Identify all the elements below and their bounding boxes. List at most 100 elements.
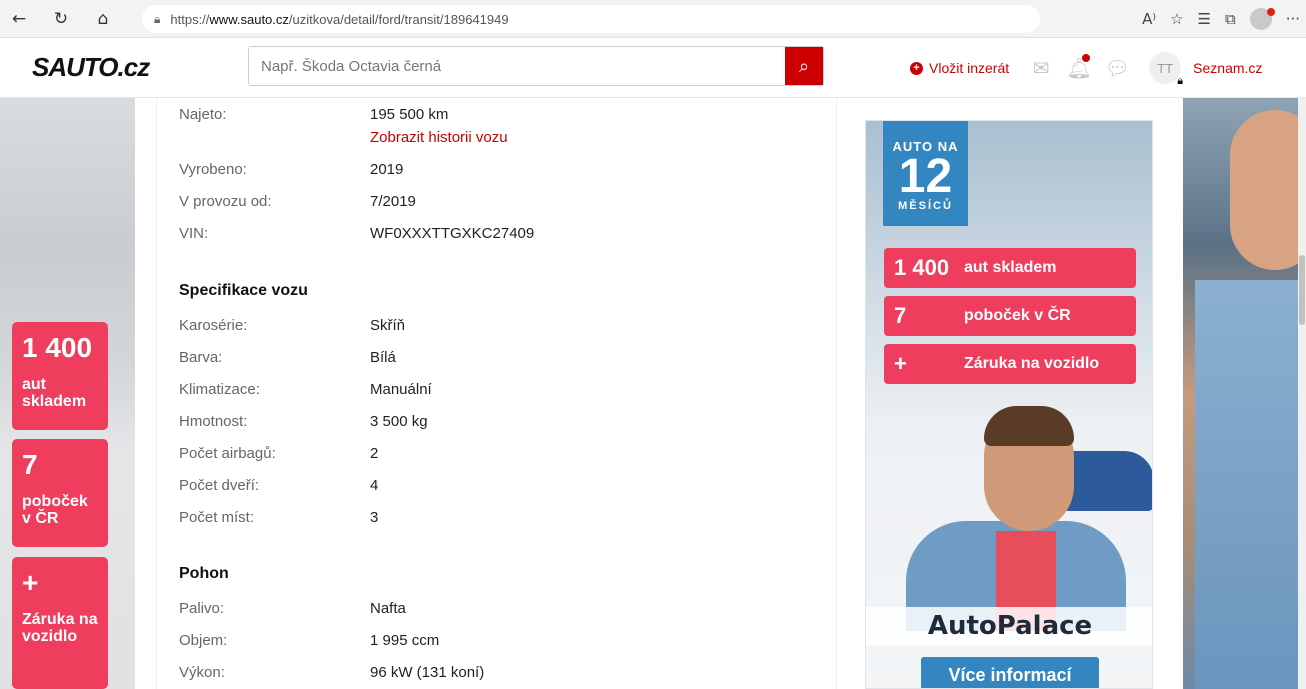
vehicle-history-link[interactable]: Zobrazit historii vozu [370, 129, 508, 146]
chat-icon[interactable]: 💬︎ [1103, 54, 1131, 82]
ad-pill-value: Záruka na vozidlo [964, 355, 1100, 372]
vehicle-details: Najeto: 195 500 km Zobrazit historii voz… [156, 98, 837, 689]
ad-pill: 7 poboček v ČR [884, 296, 1136, 336]
ad-warranty-tag: AUTO NA 12 MĚSÍCŮ [883, 121, 968, 226]
ad-more-info-button[interactable]: Více informací [921, 657, 1099, 688]
detail-value: WF0XXXTTGXKC27409 [370, 225, 535, 242]
detail-row: Vyrobeno: 2019 [179, 161, 403, 178]
sauto-logo[interactable]: SAUTO.cz [32, 52, 150, 83]
browser-actions: A⁾ ☆ ☰ ⧉ ··· [1142, 5, 1300, 33]
mail-icon[interactable]: ✉ [1027, 54, 1055, 82]
detail-row: Počet míst: 3 [179, 509, 378, 526]
ad-pill-key: 1 400 [894, 255, 950, 280]
seznam-link[interactable]: Seznam.cz [1193, 60, 1262, 76]
ad-pill: + Záruka na vozidlo [884, 344, 1136, 384]
detail-label: V provozu od: [179, 193, 272, 210]
left-promo-branches[interactable]: 7 poboček v ČR [12, 439, 108, 547]
notification-dot [1082, 54, 1091, 62]
favorite-icon[interactable]: ☆ [1170, 10, 1183, 28]
ad-tag-bottom: MĚSÍCŮ [898, 200, 953, 212]
lock-badge-icon: 🔒︎ [1177, 74, 1184, 87]
url-scheme: https:// [170, 11, 210, 27]
read-aloud-icon[interactable]: A⁾ [1142, 10, 1156, 28]
avatar[interactable]: TT 🔒︎ [1149, 52, 1183, 87]
detail-row: V provozu od: 7/2019 [179, 193, 416, 210]
detail-label: Výkon: [179, 664, 225, 681]
site-header: SAUTO.cz ⌕ + Vložit inzerát ✉ 🔔︎ 💬︎ TT 🔒… [0, 38, 1306, 98]
detail-value: 195 500 km [370, 106, 449, 123]
detail-label: Počet míst: [179, 509, 255, 526]
profile-icon[interactable] [1249, 8, 1275, 30]
back-icon[interactable]: ← [6, 6, 32, 32]
address-bar[interactable]: 🔒︎ https://www.sauto.cz/uzitkova/detail/… [142, 5, 1040, 33]
right-background-face [1230, 110, 1306, 270]
left-promo-warranty[interactable]: + Záruka na vozidlo [12, 557, 108, 689]
promo-text: aut skladem [22, 376, 87, 410]
detail-value: 3 [370, 509, 379, 526]
detail-label: Karosérie: [179, 317, 248, 334]
favorites-list-icon[interactable]: ☰ [1198, 10, 1211, 28]
detail-row: Klimatizace: Manuální [179, 381, 432, 398]
detail-value: 4 [370, 477, 379, 494]
promo-value: 7 [22, 449, 38, 480]
detail-label: Vyrobeno: [179, 161, 247, 178]
detail-row: Počet dveří: 4 [179, 477, 378, 494]
promo-text: Záruka na vozidlo [22, 611, 98, 645]
promo-value: + [22, 567, 39, 598]
ad-brand-logo: AutoPalace [866, 607, 1152, 645]
url-host: www.sauto.cz [209, 11, 289, 27]
post-ad-label: Vložit inzerát [929, 60, 1010, 76]
detail-label: Počet airbagů: [179, 445, 276, 462]
detail-row: Palivo: Nafta [179, 600, 406, 617]
autopalace-ad[interactable]: AUTO NA 12 MĚSÍCŮ 1 400 aut skladem 7 po… [865, 120, 1153, 689]
left-promo-stock[interactable]: 1 400 aut skladem [12, 322, 108, 430]
home-icon[interactable]: ⌂ [90, 6, 116, 32]
more-icon[interactable]: ··· [1286, 10, 1300, 28]
detail-value: Manuální [370, 381, 432, 398]
detail-row: Objem: 1 995 ccm [179, 632, 439, 649]
ad-pill-value: aut skladem [964, 259, 1057, 276]
refresh-icon[interactable]: ↻ [48, 6, 74, 32]
right-background-person [1195, 280, 1306, 689]
ad-pill-value: poboček v ČR [964, 307, 1071, 324]
detail-value: 7/2019 [370, 193, 416, 210]
detail-row-mileage: Najeto: 195 500 km [179, 106, 448, 123]
detail-row: Počet airbagů: 2 [179, 445, 378, 462]
detail-label: Barva: [179, 349, 223, 366]
detail-row: Výkon: 96 kW (131 koní) [179, 664, 484, 681]
detail-label: VIN: [179, 225, 209, 242]
search-button[interactable]: ⌕ [785, 47, 823, 85]
scrollbar-thumb[interactable] [1299, 255, 1305, 325]
detail-row: VIN: WF0XXXTTGXKC27409 [179, 225, 534, 242]
detail-label: Objem: [179, 632, 228, 649]
detail-value: 2019 [370, 161, 404, 178]
detail-label: Palivo: [179, 600, 225, 617]
detail-value: 3 500 kg [370, 413, 428, 430]
plus-icon: + [910, 61, 923, 75]
lock-icon[interactable]: 🔒︎ [154, 12, 160, 27]
collections-icon[interactable]: ⧉ [1225, 10, 1236, 28]
ad-pill-key: 7 [894, 303, 907, 328]
header-actions: + Vložit inzerát ✉ 🔔︎ 💬︎ TT 🔒︎ Seznam.cz [910, 52, 1262, 87]
search-icon: ⌕ [798, 55, 810, 77]
detail-row: Karosérie: Skříň [179, 317, 405, 334]
detail-label: Hmotnost: [179, 413, 248, 430]
bell-icon[interactable]: 🔔︎ [1065, 54, 1093, 82]
ad-person-hair [984, 406, 1074, 446]
ad-pill: 1 400 aut skladem [884, 248, 1136, 288]
browser-toolbar: ← ↻ ⌂ 🔒︎ https://www.sauto.cz/uzitkova/d… [0, 0, 1306, 38]
detail-row: Hmotnost: 3 500 kg [179, 413, 428, 430]
detail-value: 96 kW (131 koní) [370, 664, 485, 681]
detail-value: Skříň [370, 317, 406, 334]
search-input[interactable] [249, 47, 785, 85]
avatar-initials: TT [1157, 60, 1174, 76]
scrollbar[interactable] [1298, 98, 1306, 689]
url-path: /uzitkova/detail/ford/transit/189641949 [288, 11, 509, 27]
detail-row: Barva: Bílá [179, 349, 396, 366]
detail-label: Klimatizace: [179, 381, 260, 398]
detail-value: Bílá [370, 349, 396, 366]
post-ad-link[interactable]: + Vložit inzerát [910, 60, 1009, 76]
section-title-drive: Pohon [179, 565, 229, 582]
ad-tag-number: 12 [898, 150, 953, 203]
detail-value: 1 995 ccm [370, 632, 440, 649]
